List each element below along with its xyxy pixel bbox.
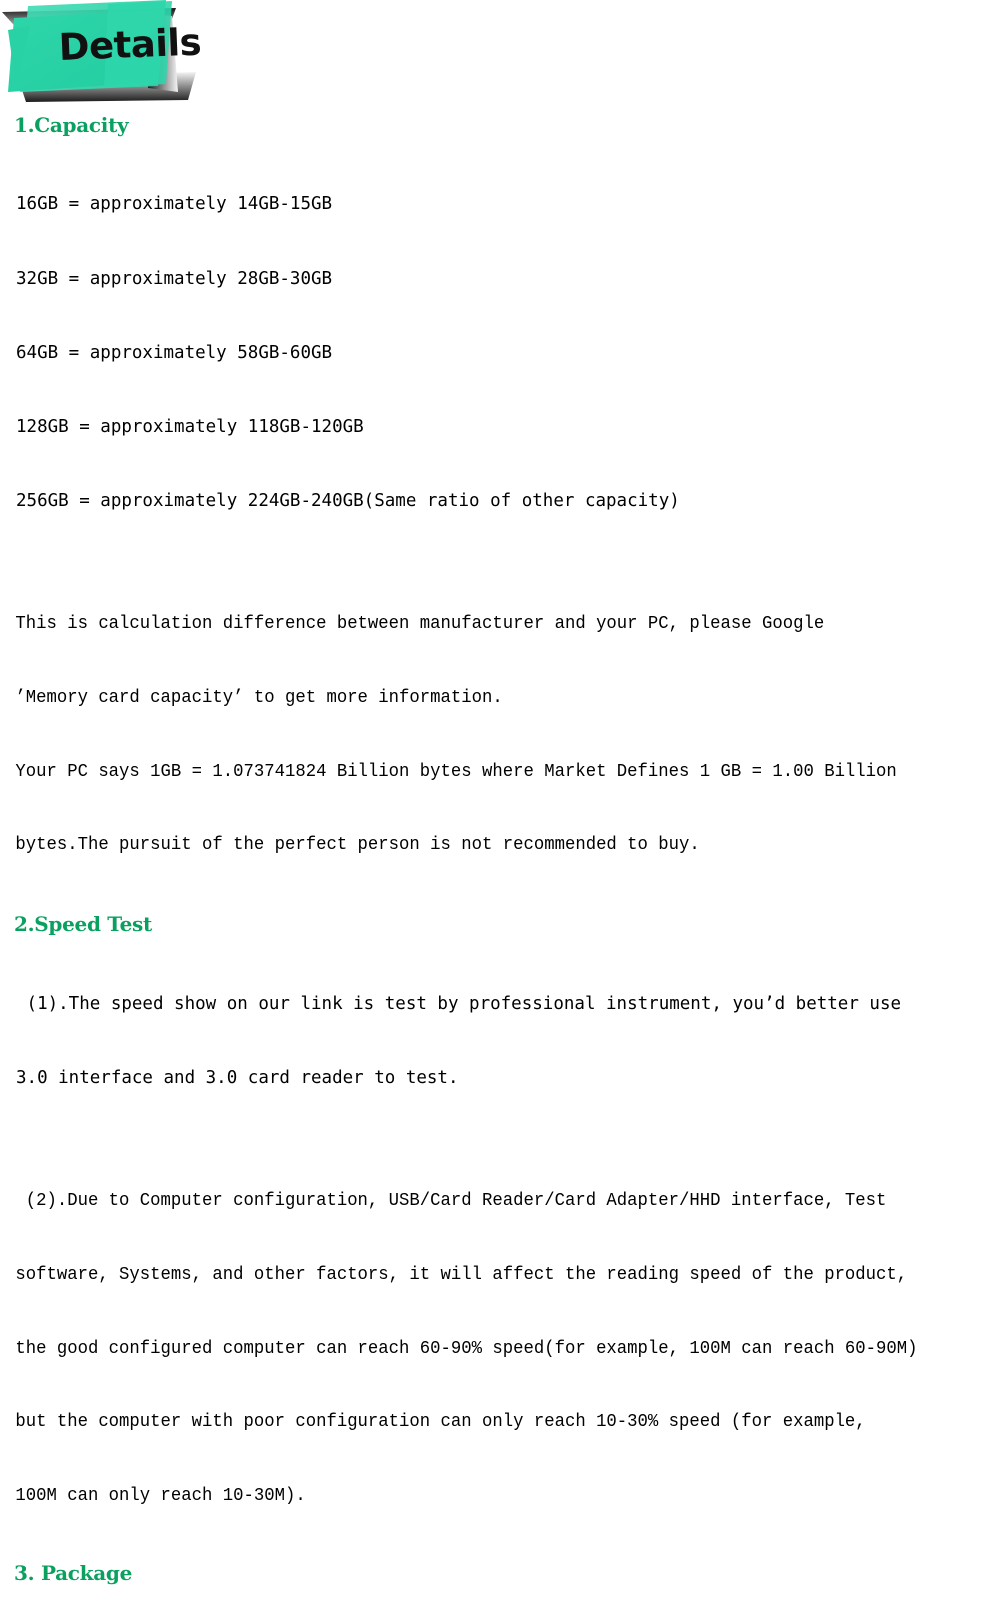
- capacity-line: 64GB = approximately 58GB-60GB: [16, 342, 333, 363]
- section-speed-test-heading: 2.Speed Test: [14, 912, 152, 937]
- section-package-heading: 3. Package: [14, 1560, 133, 1585]
- capacity-line: 128GB = approximately 118GB-120GB: [16, 416, 364, 437]
- section-capacity: 1.Capacity 16GB = approximately 14GB-15G…: [0, 112, 1000, 907]
- speed-test-line: the good configured computer can reach 6…: [15, 1338, 918, 1359]
- banner-title: Details: [58, 20, 202, 69]
- capacity-note-line: ’Memory card capacity’ to get more infor…: [15, 687, 503, 708]
- capacity-note-line: bytes.The pursuit of the perfect person …: [15, 835, 700, 856]
- details-content: 1.Capacity 16GB = approximately 14GB-15G…: [0, 112, 1000, 1610]
- speed-test-line: 100M can only reach 10-30M).: [15, 1486, 306, 1507]
- package-item-1: (1).If you choose the item with gift(lik…: [0, 1591, 960, 1610]
- capacity-line: 256GB = approximately 224GB-240GB(Same r…: [16, 490, 680, 511]
- capacity-list: 16GB = approximately 14GB-15GB 32GB = ap…: [0, 143, 1000, 563]
- capacity-line: 16GB = approximately 14GB-15GB: [16, 194, 333, 215]
- section-capacity-heading: 1.Capacity: [14, 113, 129, 137]
- speed-test-line: but the computer with poor configuration…: [15, 1412, 866, 1433]
- speed-test-item-2: (2).Due to Computer configuration, USB/C…: [0, 1140, 960, 1558]
- speed-test-line: 3.0 interface and 3.0 card reader to tes…: [16, 1067, 459, 1088]
- section-package: 3. Package (1).If you choose the item wi…: [0, 1560, 1000, 1610]
- capacity-note: This is calculation difference between m…: [0, 563, 960, 907]
- section-speed-test: 2.Speed Test (1).The speed show on our l…: [0, 911, 1000, 1558]
- speed-test-line: (1).The speed show on our link is test b…: [16, 993, 902, 1014]
- capacity-note-line: This is calculation difference between m…: [15, 614, 825, 635]
- speed-test-line: (2).Due to Computer configuration, USB/C…: [15, 1191, 887, 1212]
- capacity-note-line: Your PC says 1GB = 1.073741824 Billion b…: [15, 761, 897, 782]
- capacity-line: 32GB = approximately 28GB-30GB: [16, 268, 333, 289]
- details-banner: Details: [0, 0, 260, 110]
- speed-test-item-1: (1).The speed show on our link is test b…: [0, 942, 1000, 1140]
- speed-test-line: software, Systems, and other factors, it…: [15, 1264, 908, 1285]
